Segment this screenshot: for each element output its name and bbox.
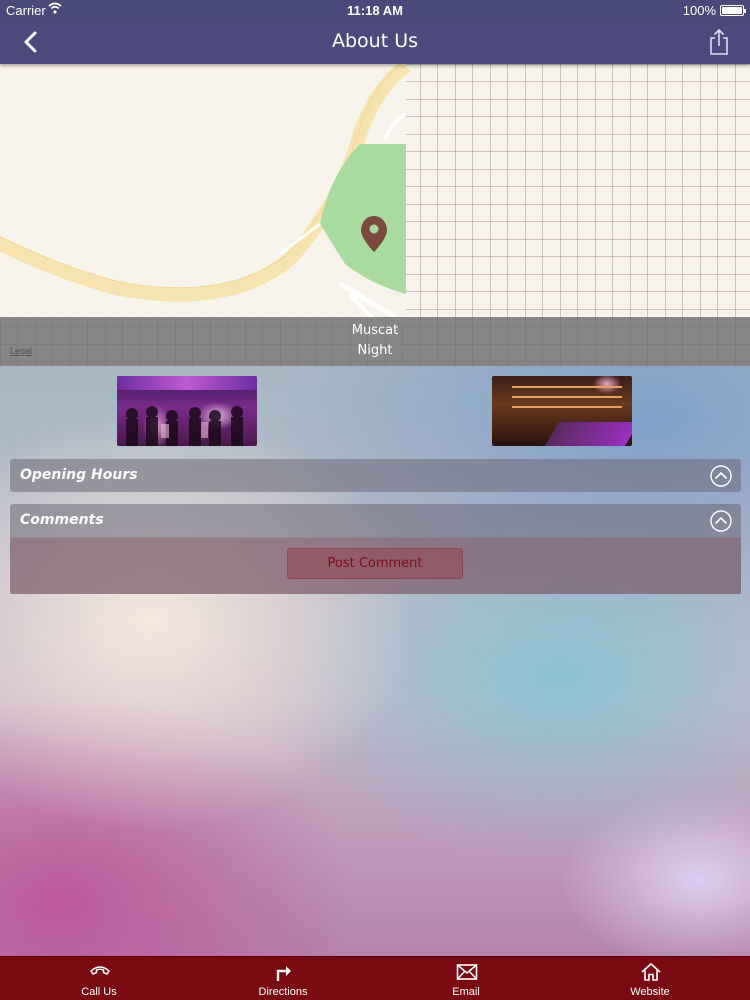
map-legal-link[interactable]: Legal: [10, 346, 32, 356]
gallery-thumbnail[interactable]: [117, 376, 257, 446]
opening-hours-panel[interactable]: Opening Hours: [10, 459, 741, 492]
navigation-bar: About Us: [0, 20, 750, 64]
tab-label: Directions: [258, 986, 308, 998]
pin-label-line1: Muscat: [351, 323, 399, 338]
map-pin-label: Muscat Night: [0, 317, 750, 366]
tab-email[interactable]: Email: [406, 957, 526, 1000]
post-comment-button[interactable]: Post Comment: [287, 548, 463, 579]
battery-icon: [720, 5, 746, 16]
tab-call-us[interactable]: Call Us: [39, 957, 159, 1000]
battery-percent: 100%: [682, 3, 716, 18]
home-icon: [641, 963, 661, 981]
tab-label: Email: [452, 986, 480, 998]
status-bar: Carrier 11:18 AM 100%: [0, 0, 750, 20]
share-icon[interactable]: [708, 28, 730, 56]
comments-title: Comments: [20, 512, 104, 528]
clock: 11:18 AM: [347, 3, 403, 18]
comments-panel: Comments Post Comment: [10, 504, 741, 594]
directions-arrow-icon: [276, 966, 291, 981]
page-title: About Us: [331, 30, 419, 52]
comments-header[interactable]: Comments: [10, 504, 741, 537]
tab-label: Website: [630, 986, 670, 998]
phone-icon: [90, 966, 110, 975]
tab-website[interactable]: Website: [590, 957, 710, 1000]
tab-directions[interactable]: Directions: [223, 957, 343, 1000]
opening-hours-header[interactable]: Opening Hours: [10, 459, 741, 492]
opening-hours-title: Opening Hours: [20, 467, 138, 483]
chevron-up-icon[interactable]: [710, 510, 732, 532]
comments-body: Post Comment: [10, 537, 741, 594]
gallery-thumbnail[interactable]: [492, 376, 632, 446]
bottom-tab-bar: Call Us Directions Email Website: [0, 956, 750, 1000]
tab-label: Call Us: [81, 986, 117, 998]
pin-label-line2: Night: [357, 343, 393, 358]
chevron-up-icon[interactable]: [710, 465, 732, 487]
location-map[interactable]: Muscat Night Legal: [0, 64, 750, 366]
envelope-icon: [456, 964, 478, 980]
